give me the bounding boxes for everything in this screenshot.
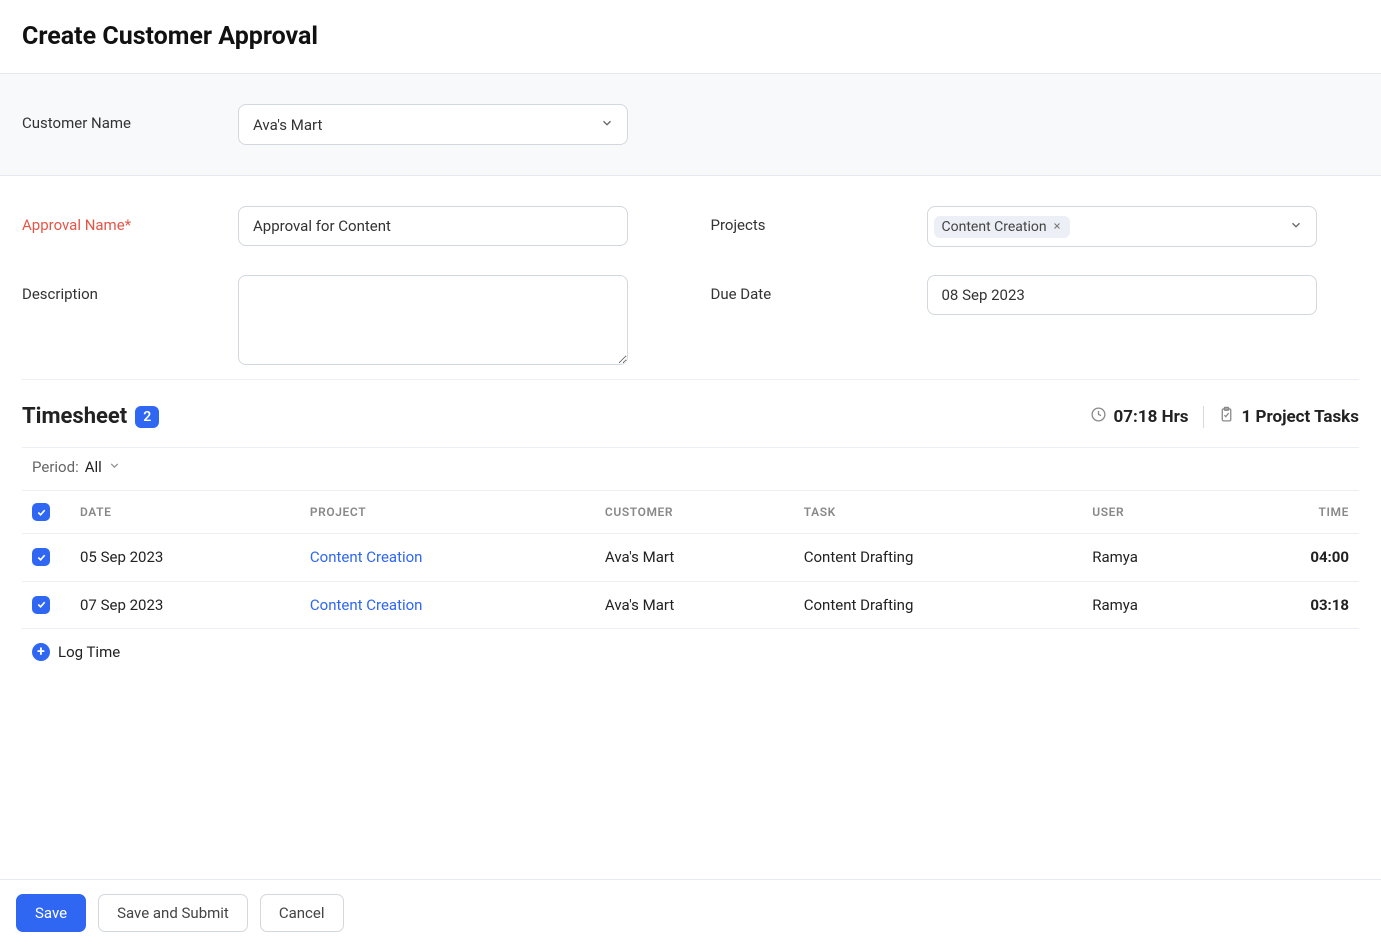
- clock-icon: [1090, 406, 1107, 428]
- table-row: 05 Sep 2023 Content Creation Ava's Mart …: [22, 534, 1359, 582]
- cell-customer: Ava's Mart: [595, 534, 794, 582]
- period-label: Period:: [32, 458, 79, 476]
- cell-user: Ramya: [1082, 581, 1228, 629]
- approval-name-input[interactable]: [238, 206, 628, 246]
- page-title: Create Customer Approval: [0, 0, 1381, 73]
- col-customer: CUSTOMER: [595, 491, 794, 534]
- save-and-submit-button[interactable]: Save and Submit: [98, 894, 248, 932]
- cell-customer: Ava's Mart: [595, 581, 794, 629]
- cell-project-link[interactable]: Content Creation: [310, 596, 423, 614]
- approval-name-label: Approval Name*: [22, 206, 238, 234]
- total-hours-stat: 07:18 Hrs: [1090, 406, 1189, 428]
- cell-date: 05 Sep 2023: [70, 534, 300, 582]
- timesheet-count-badge: 2: [135, 406, 159, 428]
- due-date-input[interactable]: [927, 275, 1317, 315]
- chevron-down-icon: [108, 458, 121, 476]
- description-textarea[interactable]: [238, 275, 628, 365]
- stat-separator: [1203, 406, 1204, 428]
- col-time: TIME: [1228, 491, 1359, 534]
- projects-label: Projects: [711, 206, 927, 234]
- customer-name-label: Customer Name: [22, 104, 238, 132]
- cell-date: 07 Sep 2023: [70, 581, 300, 629]
- remove-tag-icon[interactable]: [1052, 221, 1062, 233]
- row-checkbox[interactable]: [32, 548, 50, 566]
- project-tag: Content Creation: [934, 216, 1070, 238]
- table-row: 07 Sep 2023 Content Creation Ava's Mart …: [22, 581, 1359, 629]
- cell-time: 03:18: [1228, 581, 1359, 629]
- cell-project-link[interactable]: Content Creation: [310, 548, 423, 566]
- customer-name-value: Ava's Mart: [253, 116, 322, 134]
- timesheet-title: Timesheet: [22, 404, 127, 429]
- log-time-button[interactable]: + Log Time: [22, 629, 1359, 675]
- row-checkbox[interactable]: [32, 596, 50, 614]
- projects-multiselect[interactable]: Content Creation: [927, 206, 1317, 247]
- cell-task: Content Drafting: [794, 581, 1083, 629]
- save-button[interactable]: Save: [16, 894, 86, 932]
- cell-task: Content Drafting: [794, 534, 1083, 582]
- cancel-button[interactable]: Cancel: [260, 894, 344, 932]
- col-date: DATE: [70, 491, 300, 534]
- customer-name-select[interactable]: Ava's Mart: [238, 104, 628, 145]
- due-date-label: Due Date: [711, 275, 927, 303]
- plus-icon: +: [32, 643, 50, 661]
- period-filter[interactable]: Period: All: [22, 448, 1359, 490]
- col-project: PROJECT: [300, 491, 595, 534]
- period-value: All: [85, 458, 102, 476]
- cell-time: 04:00: [1228, 534, 1359, 582]
- cell-user: Ramya: [1082, 534, 1228, 582]
- select-all-checkbox[interactable]: [32, 503, 50, 521]
- col-task: TASK: [794, 491, 1083, 534]
- clipboard-icon: [1218, 406, 1235, 428]
- project-tasks-stat: 1 Project Tasks: [1218, 406, 1359, 428]
- project-tag-label: Content Creation: [942, 219, 1047, 235]
- col-user: USER: [1082, 491, 1228, 534]
- description-label: Description: [22, 275, 238, 303]
- log-time-label: Log Time: [58, 643, 120, 661]
